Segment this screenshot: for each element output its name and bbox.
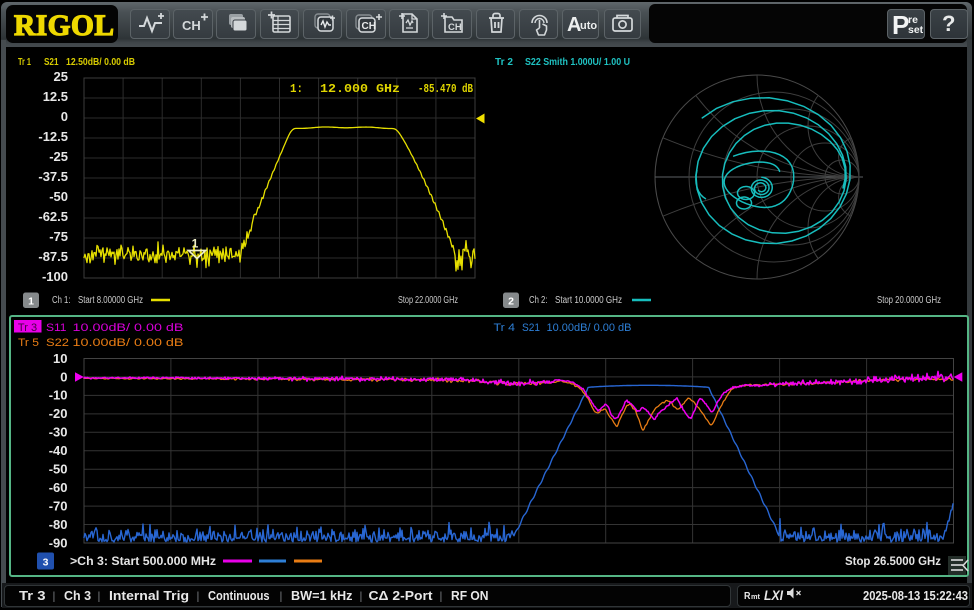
svg-text:1: 1 [28,296,34,308]
svg-text:10.00dB/ 0.00 dB: 10.00dB/ 0.00 dB [73,337,184,349]
svg-text:|: | [53,591,56,603]
svg-text:Start 10.0000 GHz: Start 10.0000 GHz [555,295,622,306]
svg-text:Tr 2: Tr 2 [495,56,513,68]
svg-text:Tr 5: Tr 5 [18,337,39,349]
svg-text:-50: -50 [49,189,68,204]
svg-text:Ch 1:: Ch 1: [52,295,71,306]
svg-text:-75: -75 [49,229,68,244]
svg-text:12.50dB/ 0.00 dB: 12.50dB/ 0.00 dB [66,56,135,68]
svg-text:-80: -80 [49,517,68,532]
svg-text:0: 0 [61,109,68,124]
svg-text:Stop 22.0000 GHz: Stop 22.0000 GHz [398,295,458,306]
svg-text:-10: -10 [49,388,68,403]
svg-text:Tr 1: Tr 1 [18,56,31,68]
svg-text:LXI: LXI [764,588,783,603]
svg-text:|: | [360,591,363,603]
svg-text:1: 1 [192,237,199,251]
svg-text:mt: mt [751,592,760,601]
svg-text:10.00dB/ 0.00 dB: 10.00dB/ 0.00 dB [73,322,184,334]
svg-text:-37.5: -37.5 [38,169,68,184]
svg-text:0: 0 [60,369,67,384]
svg-text:10.00dB/ 0.00 dB: 10.00dB/ 0.00 dB [547,322,632,334]
svg-text:-85.470 dB: -85.470 dB [418,83,473,96]
svg-text:-25: -25 [49,149,68,164]
svg-text:-70: -70 [49,498,68,513]
svg-text:10: 10 [53,351,67,366]
svg-text:RF ON: RF ON [451,589,489,603]
svg-text:|: | [280,591,283,603]
svg-text:-40: -40 [49,443,68,458]
svg-text:-62.5: -62.5 [38,209,68,224]
svg-text:-87.5: -87.5 [38,249,68,264]
svg-text:Tr 3: Tr 3 [19,589,46,603]
svg-text:CΔ 2-Port: CΔ 2-Port [369,589,434,603]
svg-text:Tr 3: Tr 3 [18,322,37,334]
svg-text:Stop 26.5000 GHz: Stop 26.5000 GHz [845,556,941,568]
svg-text:Ch 3: Ch 3 [64,589,91,603]
svg-text:R: R [744,590,751,602]
svg-text:-90: -90 [49,535,68,550]
svg-text:S22 Smith 1.000U/ 1.00 U: S22 Smith 1.000U/ 1.00 U [525,56,630,68]
svg-text:|: | [197,591,200,603]
svg-text:S22: S22 [46,337,69,349]
svg-text:S21: S21 [44,56,59,68]
svg-text:2: 2 [508,296,514,308]
svg-text:S21: S21 [522,322,540,334]
svg-text:Stop 20.0000 GHz: Stop 20.0000 GHz [877,295,941,306]
svg-text:>Ch 3: Start 500.000 MHz: >Ch 3: Start 500.000 MHz [70,556,216,568]
svg-text:Ch 2:: Ch 2: [529,295,548,306]
svg-text:-30: -30 [49,425,68,440]
svg-text:3: 3 [43,557,49,569]
svg-text:-50: -50 [49,462,68,477]
svg-text:12.000 GHz: 12.000 GHz [320,83,400,96]
svg-text:Continuous: Continuous [208,589,270,603]
svg-text:Internal Trig: Internal Trig [109,589,189,603]
svg-text:1:: 1: [290,83,303,96]
svg-text:|: | [98,591,101,603]
svg-text:|: | [440,591,443,603]
svg-text:-12.5: -12.5 [38,129,68,144]
svg-text:S11: S11 [46,322,67,334]
svg-text:-60: -60 [49,480,68,495]
svg-text:BW=1 kHz: BW=1 kHz [291,589,353,603]
svg-text:Tr 4: Tr 4 [494,322,516,334]
svg-text:-20: -20 [49,406,68,421]
svg-text:2025-08-13 15:22:43: 2025-08-13 15:22:43 [863,589,968,603]
svg-text:-100: -100 [42,269,68,284]
svg-text:25: 25 [54,69,68,84]
svg-text:Start 8.00000 GHz: Start 8.00000 GHz [78,295,143,306]
svg-text:12.5: 12.5 [43,89,68,104]
